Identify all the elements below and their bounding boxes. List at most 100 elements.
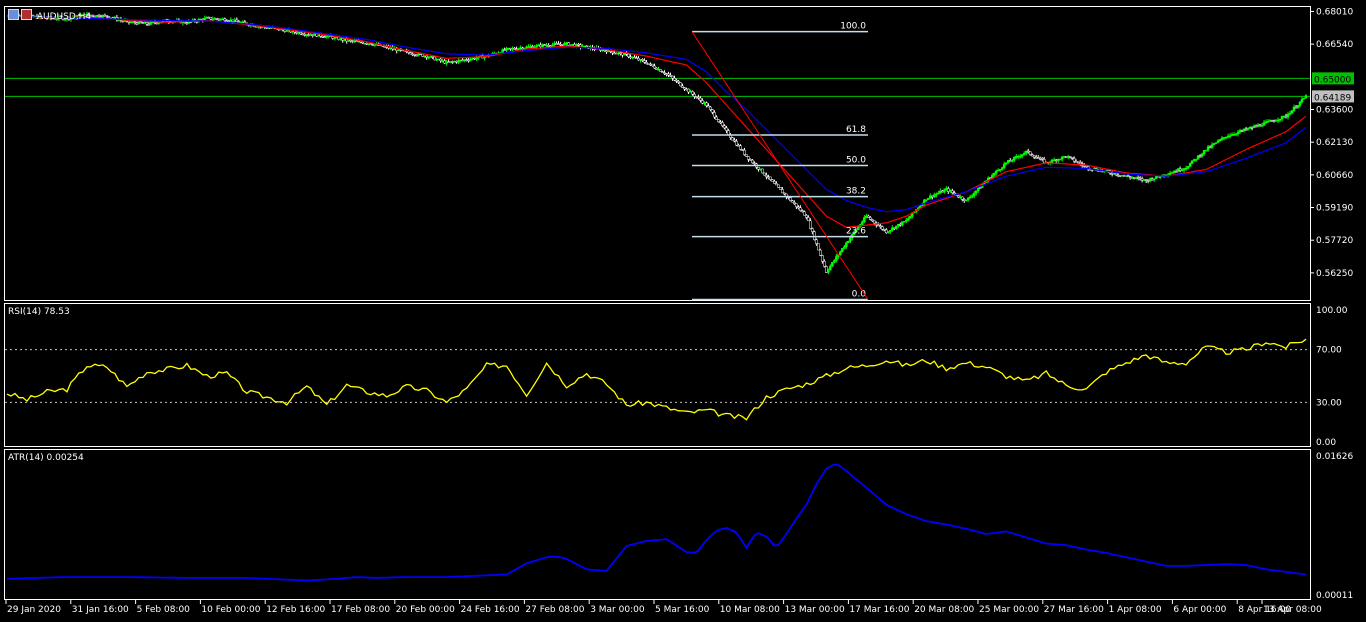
candle-body (427, 56, 430, 59)
time-tick-label: 10 Mar 08:00 (720, 605, 780, 615)
candle-body (527, 46, 530, 48)
candle-body (1304, 95, 1308, 99)
candle-body (1122, 175, 1126, 177)
candle-body (1264, 121, 1268, 123)
candle-body (803, 211, 806, 216)
candle-body (351, 40, 354, 42)
candle-body (1152, 178, 1156, 181)
atr-title: ATR(14) 0.00254 (8, 453, 84, 463)
fib-level-label: 61.8 (846, 125, 866, 135)
candle-body (423, 55, 426, 58)
candle-body (465, 59, 468, 61)
candle-body (1282, 115, 1286, 118)
candle-body (693, 93, 696, 97)
candle-body (845, 242, 848, 247)
time-tick-label: 29 Jan 2020 (7, 605, 61, 615)
candle-body (1194, 159, 1198, 161)
chart-canvas[interactable]: 100.061.850.038.223.60.0 0.650000.641890… (0, 0, 1366, 622)
candle-body (1068, 156, 1072, 158)
candle-body (761, 168, 764, 174)
candle-body (1034, 157, 1038, 159)
candle-body (935, 193, 938, 196)
candle-body (349, 39, 352, 42)
candle-body (1124, 175, 1128, 177)
candle-body (933, 194, 936, 198)
candle-body (1234, 133, 1238, 136)
candle-body (613, 52, 616, 55)
candle-body (203, 17, 207, 21)
candle-body (897, 224, 900, 227)
candle-body (147, 23, 151, 26)
candle-body (415, 54, 418, 57)
candle-body (1146, 180, 1150, 182)
time-tick-label: 17 Feb 08:00 (331, 605, 390, 615)
time-tick-label: 12 Feb 16:00 (266, 605, 325, 615)
candle-body (695, 96, 698, 98)
candle-body (1250, 127, 1254, 129)
axis-labels: 0.65000 0.64189 0.68010 0.66540 0.63600 0.621… (5, 7, 1354, 615)
candle-body (655, 67, 658, 70)
candle-body (783, 192, 786, 195)
candle-body (791, 200, 794, 203)
candle-body (185, 22, 189, 25)
fib-level-label: 23.6 (846, 227, 866, 237)
candle-body (1236, 131, 1240, 135)
time-tick-label: 17 Mar 16:00 (849, 605, 909, 615)
candle-body (998, 169, 1002, 171)
candle-body (945, 188, 948, 191)
candle-body (1216, 140, 1220, 143)
candle-body (1128, 176, 1132, 178)
candle-body (767, 176, 770, 179)
candle-body (1138, 177, 1142, 180)
candle-body (711, 109, 714, 113)
candle-body (1284, 115, 1288, 118)
candle-body (831, 262, 834, 267)
candle-body (1210, 144, 1214, 148)
candle-body (1032, 155, 1036, 158)
candle-body (1052, 159, 1056, 162)
candle-body (611, 51, 614, 54)
candle-body (1220, 137, 1224, 140)
time-tick-label: 27 Feb 08:00 (525, 605, 584, 615)
candle-body (285, 29, 289, 32)
candle-body (1026, 150, 1030, 153)
candle-body (1178, 168, 1182, 171)
candle-body (1132, 177, 1136, 179)
candle-body (1244, 128, 1248, 131)
candle-body (757, 166, 760, 170)
candle-body (373, 44, 376, 46)
candle-body (1016, 156, 1020, 158)
candle-body (1198, 155, 1202, 158)
candle-body (749, 159, 752, 161)
candle-body (211, 18, 215, 21)
candle-body (1170, 172, 1174, 174)
candle-body (725, 127, 728, 131)
candle-body (453, 61, 456, 63)
candle-body (847, 240, 850, 244)
candle-body (973, 192, 976, 196)
candle-body (617, 52, 620, 55)
candle-body (619, 52, 622, 55)
time-tick-label: 24 Feb 16:00 (461, 605, 520, 615)
candle-body (1018, 155, 1022, 158)
candle-body (565, 42, 568, 44)
candle-body (815, 239, 818, 244)
candle-body (101, 15, 105, 18)
candle-body (1192, 159, 1196, 161)
candle-body (1202, 150, 1206, 155)
candle-body (451, 61, 454, 63)
candle-body (849, 237, 852, 242)
candle-body (1294, 106, 1298, 109)
candle-body (223, 18, 227, 21)
candle-body (1050, 159, 1054, 163)
candle-body (345, 38, 348, 42)
price-badge-label: 0.65000 (1314, 75, 1351, 85)
candle-body (669, 74, 672, 77)
candle-body (961, 196, 964, 200)
candle-body (1110, 172, 1114, 175)
candle-body (1298, 101, 1302, 106)
candle-body (1130, 177, 1134, 179)
candle-body (765, 174, 768, 178)
candle-body (627, 53, 630, 57)
candle-body (1136, 177, 1140, 179)
